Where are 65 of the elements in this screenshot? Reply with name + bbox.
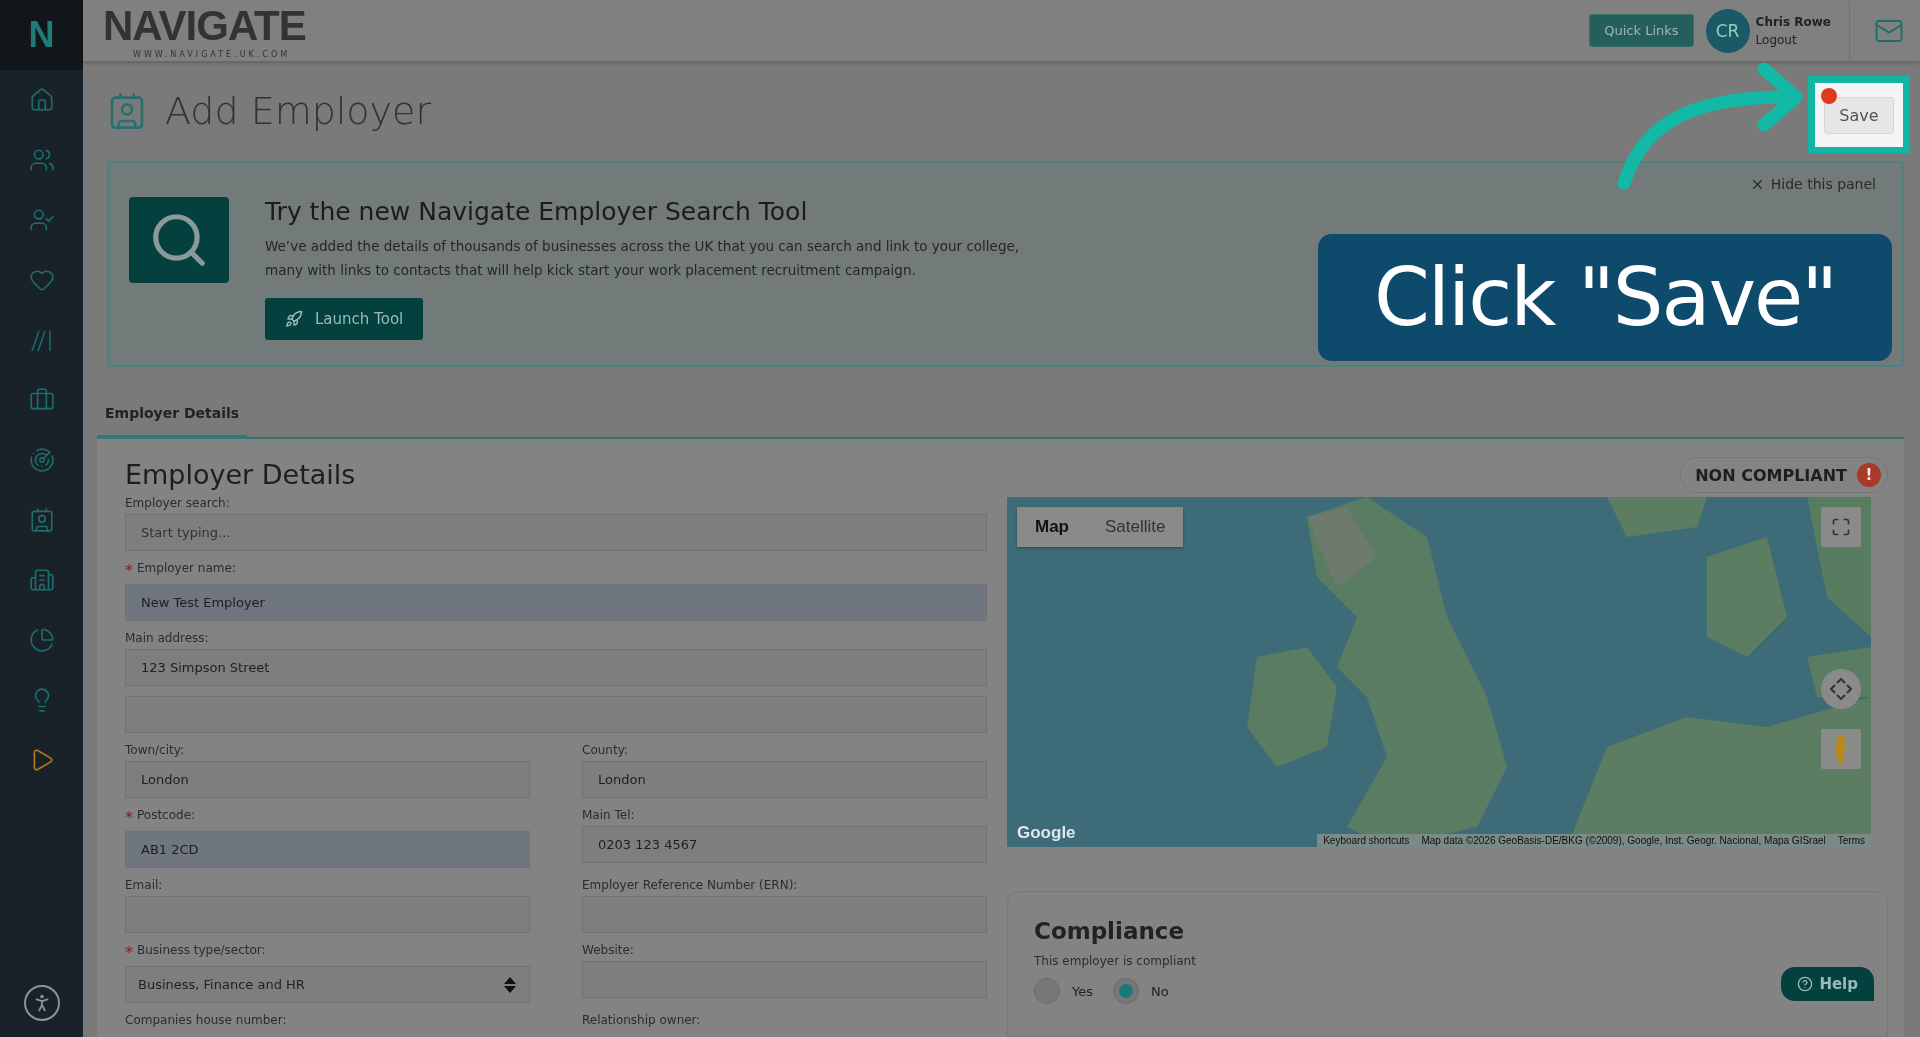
rocket-icon <box>285 310 303 328</box>
field-label: Website: <box>582 943 634 957</box>
save-button[interactable]: Save <box>1824 96 1894 134</box>
input-field[interactable]: London <box>125 761 530 798</box>
field-label: Employer search: <box>125 496 230 510</box>
hide-panel-button[interactable]: Hide this panel <box>1743 175 1882 193</box>
map-logo: Google <box>1017 823 1076 843</box>
required-mark: * <box>125 561 133 580</box>
users-icon[interactable] <box>28 147 55 173</box>
help-icon <box>1797 976 1814 992</box>
instruction-callout: Click "Save" <box>1318 234 1892 361</box>
field-label: Email: <box>125 878 163 892</box>
map-type-tab[interactable]: Satellite <box>1087 507 1184 547</box>
contact-card-icon[interactable] <box>28 507 55 533</box>
hotspot-dot <box>1821 88 1837 104</box>
compliance-title: Compliance <box>1034 918 1185 944</box>
input-field[interactable]: Start typing... <box>125 514 987 551</box>
required-mark: * <box>125 808 133 827</box>
page-title: Add Employer <box>165 89 432 133</box>
map-type-tab[interactable]: Map <box>1017 507 1087 547</box>
quick-links-button[interactable]: Quick Links <box>1589 14 1694 47</box>
fullscreen-icon[interactable] <box>1821 507 1861 547</box>
field-label: Business type/sector: <box>137 943 266 959</box>
banner-text: We’ve added the details of thousands of businesses across the UK that you can search and link to your college, many with links to contacts that will help kick start your work placement recruitment campaign. <box>265 237 1021 280</box>
launch-tool-button[interactable]: Launch Tool <box>265 298 424 340</box>
field-label: Main address: <box>125 631 209 645</box>
question-label: This employer is compliant <box>1034 954 1197 968</box>
help-button[interactable]: Help <box>1781 967 1874 1001</box>
input-field[interactable]: 123 Simpson Street <box>125 649 987 686</box>
map-attribution: Map data ©2026 GeoBasis-DE/BKG (©2009), Google, Inst. Geogr. Nacional, Mapa GISrael <box>1421 835 1826 846</box>
section-title: Employer Details <box>125 459 357 490</box>
accessibility-icon[interactable] <box>23 985 60 1021</box>
terms-link[interactable]: Terms <box>1837 835 1865 846</box>
input-field[interactable]: AB1 2CD <box>125 831 530 868</box>
radio-option[interactable]: No <box>1113 978 1169 1004</box>
field-label: Employer Reference Number (ERN): <box>582 878 798 892</box>
field-label: Relationship owner: <box>582 1013 701 1027</box>
user-icon[interactable] <box>28 207 55 233</box>
logout-link[interactable]: Logout <box>1755 32 1831 47</box>
input-field[interactable]: London <box>582 761 987 798</box>
field-label: Employer name: <box>137 561 236 577</box>
radar-icon[interactable] <box>28 447 55 473</box>
sort-arrows-icon <box>503 975 517 994</box>
required-mark: * <box>125 943 133 962</box>
heart-icon[interactable] <box>28 267 55 293</box>
brand-mark[interactable]: N <box>0 0 83 70</box>
radio-option[interactable]: Yes <box>1034 978 1093 1004</box>
building-icon[interactable] <box>28 567 55 593</box>
field-label: Postcode: <box>137 808 196 824</box>
input-field[interactable]: New Test Employer <box>125 584 987 621</box>
field-label: Town/city: <box>125 743 184 757</box>
banner-title: Try the new Navigate Employer Search Tool <box>265 197 809 226</box>
home-icon[interactable] <box>28 87 55 113</box>
input-field[interactable]: 0203 123 4567 <box>582 826 987 863</box>
field-label: County: <box>582 743 628 757</box>
keyboard-shortcuts-link[interactable]: Keyboard shortcuts <box>1323 835 1410 846</box>
select-field[interactable]: Business, Finance and HR <box>125 966 530 1003</box>
pie-chart-icon[interactable] <box>28 627 55 653</box>
logo: NAVIGATE <box>103 2 306 50</box>
field-label: Companies house number: <box>125 1013 287 1027</box>
logo-url: WWW.NAVIGATE.UK.COM <box>132 50 292 59</box>
avatar[interactable]: CR <box>1705 8 1750 53</box>
warning-icon: ! <box>1857 463 1881 487</box>
user-name: Chris Rowe <box>1755 14 1831 29</box>
field-label: Main Tel: <box>582 808 635 822</box>
